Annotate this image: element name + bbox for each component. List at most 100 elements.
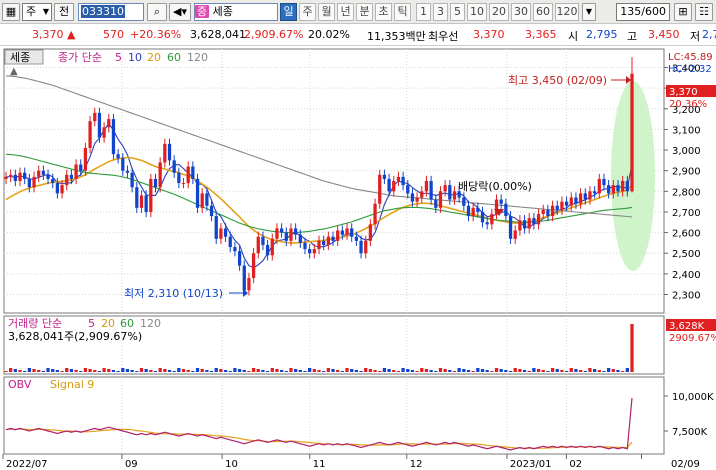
chart-background — [0, 46, 716, 470]
count-input[interactable]: 135/600 — [616, 3, 670, 21]
candle-body — [205, 193, 209, 206]
candle-body — [298, 234, 302, 243]
volume-pct: 2,909.67% — [244, 28, 304, 41]
candle-body — [74, 164, 78, 179]
volume-legend-prefix: 거래량 단순 — [8, 317, 62, 330]
chart-area[interactable]: 3,4003,3003,2003,1003,0002,9002,8002,700… — [0, 46, 716, 470]
period-tick-tab[interactable]: 틱 — [394, 3, 411, 21]
volume-bar — [18, 370, 22, 372]
speaker-icon[interactable]: ◀▾ — [169, 3, 191, 21]
market-type-select[interactable]: 주 ▼ — [22, 3, 52, 21]
interval-30-button[interactable]: 30 — [511, 3, 531, 21]
candle-body — [522, 220, 527, 229]
interval-label: 5 — [454, 5, 461, 18]
grid-menu-icon[interactable]: ▦ — [2, 3, 20, 21]
volume-bar — [415, 371, 419, 372]
volume-bar — [592, 369, 597, 372]
candle-body — [270, 238, 274, 256]
volume-bar — [294, 369, 298, 372]
interval-dropdown-icon[interactable]: ▼ — [582, 3, 596, 21]
interval-5-button[interactable]: 5 — [450, 3, 465, 21]
period-year-tab[interactable]: 년 — [337, 3, 354, 21]
price-tick-label: 2,500 — [672, 249, 701, 260]
price-tick-label: 2,700 — [672, 208, 701, 219]
interval-60-button[interactable]: 60 — [533, 3, 553, 21]
volume-bar — [4, 371, 8, 372]
candle-body — [574, 197, 578, 204]
volume-bar — [555, 369, 559, 372]
candle-body — [265, 244, 270, 256]
prev-button[interactable]: 전 — [54, 3, 74, 21]
volume-bar — [485, 370, 489, 372]
up-arrow-icon: ▲ — [67, 28, 76, 41]
volume-bar — [88, 369, 92, 372]
layout-icon[interactable]: ⊞ — [674, 3, 692, 21]
interval-1-button[interactable]: 1 — [416, 3, 431, 21]
candle-body — [65, 174, 69, 186]
volume-bar — [504, 370, 508, 372]
volume-bar — [191, 371, 195, 372]
candle-body — [476, 207, 480, 212]
candle-body — [630, 73, 634, 192]
candle-body — [251, 253, 256, 278]
volume-bar — [303, 371, 307, 372]
candle-body — [158, 162, 162, 188]
period-month-tab[interactable]: 월 — [318, 3, 335, 21]
period-label: 틱 — [397, 5, 408, 18]
obv-tick-label: 7,500K — [672, 427, 708, 438]
candle-body — [139, 195, 144, 208]
interval-10-button[interactable]: 10 — [467, 3, 487, 21]
volume-bar — [139, 368, 144, 372]
candle-body — [237, 251, 242, 266]
vol-ma20-legend: 20 — [101, 317, 115, 330]
candle-body — [564, 201, 569, 206]
candle-body — [23, 172, 27, 179]
period-day-tab[interactable]: 일 — [280, 3, 297, 21]
candle-body — [135, 187, 139, 208]
period-week-tab[interactable]: 주 — [299, 3, 316, 21]
interval-120-button[interactable]: 120 — [555, 3, 579, 21]
volume-bar — [550, 368, 555, 372]
candle-body — [312, 249, 316, 254]
volume-summary: 3,628,041주(2,909.67%) — [8, 330, 142, 343]
settings-icon[interactable]: ☷ — [695, 3, 713, 21]
volume-bar — [205, 370, 209, 372]
candle-body — [373, 203, 377, 225]
candle-body — [550, 205, 555, 217]
volume-bar — [438, 368, 443, 372]
stock-name-field[interactable]: 증 세종 — [194, 3, 278, 21]
period-minute-tab[interactable]: 분 — [356, 3, 373, 21]
candle-body — [513, 230, 517, 239]
period-label: 월 — [321, 5, 332, 18]
stock-chart-svg[interactable]: 3,4003,3003,2003,1003,0002,9002,8002,700… — [0, 46, 716, 470]
ma20-legend: 20 — [147, 51, 161, 64]
candle-body — [107, 119, 111, 128]
interval-20-button[interactable]: 20 — [489, 3, 509, 21]
volume-bar — [46, 368, 50, 372]
candle-body — [209, 205, 214, 217]
interval-3-button[interactable]: 3 — [433, 3, 448, 21]
candle-body — [499, 199, 503, 204]
candle-body — [536, 214, 541, 225]
candle-body — [294, 228, 298, 235]
candle-body — [452, 191, 457, 200]
period-label: 주 — [302, 5, 313, 18]
candle-body — [18, 172, 22, 181]
candle-body — [616, 185, 620, 192]
price-tick-label: 2,900 — [672, 167, 701, 178]
volume-bar — [172, 371, 176, 372]
candle-body — [200, 193, 204, 208]
volume-bar — [527, 371, 531, 372]
candle-body — [130, 172, 134, 188]
stock-name-badge: 증 — [195, 5, 210, 18]
candle-body — [55, 183, 60, 194]
current-price: 3,370 — [32, 28, 64, 41]
date-tick-label: 2023/01 — [510, 459, 552, 470]
lc-readout: LC:45.89 — [668, 52, 713, 63]
volume-bar — [583, 371, 587, 372]
volume-bar — [466, 370, 471, 372]
volume-bar — [111, 370, 116, 372]
stock-code-input[interactable]: 033310 — [78, 3, 144, 21]
period-second-tab[interactable]: 초 — [375, 3, 392, 21]
search-icon[interactable]: ⌕ — [147, 3, 167, 21]
